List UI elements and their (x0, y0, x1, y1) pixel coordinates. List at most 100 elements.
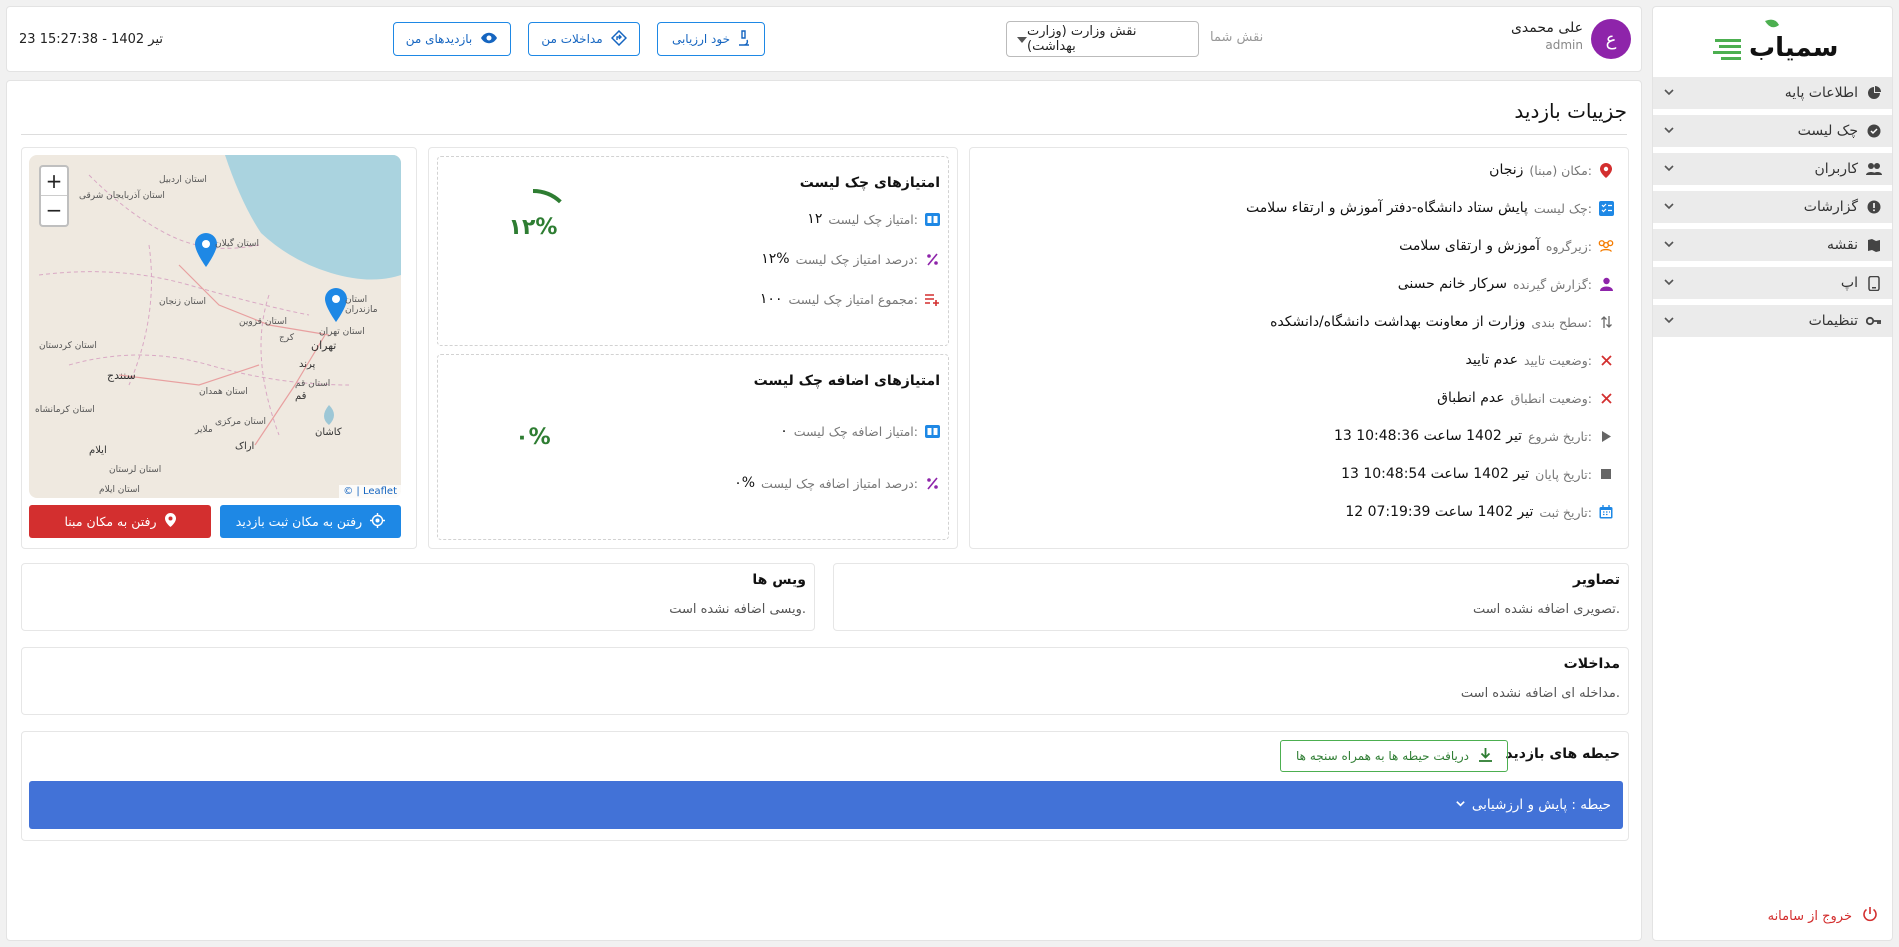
map-label: قم (295, 391, 307, 402)
detail-checklist: چک لیست: پایش ستاد دانشگاه-دفتر آموزش و … (1246, 200, 1614, 216)
user-info: علی محمدی admin (1511, 20, 1583, 52)
checklist-scores-title: امتیازهای چک لیست (799, 175, 940, 191)
caret-down-icon (1017, 32, 1027, 47)
current-datetime: 23 تیر 1402 - 15:27:38 (19, 32, 163, 47)
map-attribution-text: © | Leaflet (343, 486, 397, 497)
my-visits-button[interactable]: بازدیدهای من (393, 22, 511, 56)
location-pin-icon (164, 513, 176, 530)
chevron-down-icon (1663, 86, 1677, 100)
voices-title: ویس ها (752, 572, 806, 588)
logout-label: خروج از سامانه (1767, 908, 1852, 924)
checklist-gauge-text: ۱۲% (508, 215, 558, 240)
sidebar-item-reports[interactable]: گزارشات (1653, 191, 1892, 225)
images-card: تصاویر تصویری اضافه نشده است. (833, 563, 1629, 631)
score-badge-icon (924, 211, 940, 227)
play-icon (1598, 428, 1614, 444)
map-view[interactable]: استان گیلان استان آذربایجان شرقی استان ا… (29, 155, 401, 498)
domain-accordion-label: حیطه : پایش و ارزشیابی (1471, 797, 1611, 813)
download-domains-button[interactable]: دریافت حیطه ها به همراه سنجه ها (1280, 740, 1508, 772)
app-logo[interactable]: سمیاب (1713, 15, 1839, 77)
chevron-down-icon (1663, 200, 1677, 214)
map-attribution[interactable]: © | Leaflet (339, 485, 401, 498)
extra-scores-box: امتیازهای اضافه چک لیست امتیاز اضافه چک … (437, 354, 949, 540)
eye-icon (480, 32, 498, 47)
page-title: جزییات بازدید (1514, 99, 1627, 123)
sidebar-item-app[interactable]: اپ (1653, 267, 1892, 301)
extra-scores-title: امتیازهای اضافه چک لیست (753, 373, 940, 389)
domain-accordion[interactable]: حیطه : پایش و ارزشیابی (29, 781, 1623, 829)
close-icon (1598, 352, 1614, 368)
logout-button[interactable]: خروج از سامانه (1768, 906, 1878, 926)
detail-registered-date: تاریخ ثبت: 12 تیر 1402 ساعت 07:19:39 (1345, 504, 1614, 520)
gps-target-icon (370, 512, 386, 531)
map-label: پرند (299, 359, 316, 370)
interventions-title: مداخلات (1563, 656, 1620, 672)
logo-text: سمیاب (1749, 33, 1839, 63)
scores-card: امتیازهای چک لیست امتیاز چک لیست: ۱۲ درص… (428, 147, 958, 549)
map-label: ایلام (89, 445, 107, 456)
sort-arrows-icon (1598, 314, 1614, 330)
images-title: تصاویر (1573, 572, 1620, 588)
zoom-out-button[interactable]: − (41, 196, 67, 225)
map-label: استان کردستان (39, 341, 97, 351)
map-label: استان آذربایجان شرقی (79, 191, 165, 201)
map-label: استان قزوین (239, 317, 287, 327)
role-label: نقش شما (1210, 30, 1264, 45)
my-interventions-button[interactable]: مداخلات من (528, 22, 640, 56)
avatar-initial: ع (1605, 28, 1617, 50)
goto-visit-location-button[interactable]: رفتن به مکان ثبت بازدید (220, 505, 401, 538)
main-content: جزییات بازدید مکان (مبنا): زنجان چک لیست… (6, 80, 1642, 941)
map-marker-icon[interactable] (325, 288, 347, 326)
map-label: سنندج (107, 369, 136, 382)
chevron-down-icon (1663, 238, 1677, 252)
map-label: تهران (311, 339, 337, 352)
detail-compliance-status: وضعیت انطباق: عدم انطباق (1437, 390, 1614, 406)
goto-visit-location-label: رفتن به مکان ثبت بازدید (235, 514, 363, 529)
sidebar: سمیاب اطلاعات پایه چک لیست کاربران گزارش… (1652, 6, 1893, 941)
sidebar-item-label: اطلاعات پایه (1784, 85, 1858, 101)
self-assessment-button[interactable]: خود ارزیابی (657, 22, 765, 56)
map-label: اراک (235, 441, 255, 452)
map-label: کرج (279, 333, 295, 343)
map-card: استان گیلان استان آذربایجان شرقی استان ا… (21, 147, 417, 549)
voices-card: ویس ها ویسی اضافه نشده است. (21, 563, 815, 631)
sidebar-item-label: چک لیست (1797, 123, 1858, 139)
map-label: استان ایلام (99, 485, 140, 495)
map-marker-icon[interactable] (195, 233, 217, 271)
sidebar-item-settings[interactable]: تنظیمات (1653, 305, 1892, 339)
interventions-card: مداخلات مداخله ای اضافه نشده است. (21, 647, 1629, 715)
person-icon (1598, 276, 1614, 292)
map-label: استان اردبیل (159, 175, 207, 185)
microscope-icon (738, 29, 750, 49)
chevron-down-icon (1663, 314, 1677, 328)
download-icon (1478, 747, 1492, 765)
pie-chart-icon (1866, 85, 1882, 101)
my-visits-label: بازدیدهای من (405, 32, 473, 46)
extra-score: امتیاز اضافه چک لیست: ۰ (780, 423, 940, 439)
sidebar-item-base-info[interactable]: اطلاعات پایه (1653, 77, 1892, 111)
chevron-down-icon (1663, 162, 1677, 176)
detail-reporter: گزارش گیرنده: سرکار خانم حسنی (1398, 276, 1614, 292)
goto-base-location-button[interactable]: رفتن به مکان مبنا (29, 505, 211, 538)
user-name: علی محمدی (1510, 20, 1583, 36)
goto-base-location-label: رفتن به مکان مبنا (64, 514, 157, 529)
avatar[interactable]: ع (1591, 19, 1631, 59)
sidebar-item-label: تنظیمات (1808, 313, 1858, 329)
sidebar-item-users[interactable]: کاربران (1653, 153, 1892, 187)
role-select[interactable]: نقش وزارت (وزارت بهداشت) (1006, 21, 1199, 57)
map-label: استان مازندران (345, 295, 378, 315)
detail-location: مکان (مبنا): زنجان (1489, 162, 1614, 178)
visit-details-card: مکان (مبنا): زنجان چک لیست: پایش ستاد دا… (969, 147, 1629, 549)
sidebar-item-map[interactable]: نقشه (1653, 229, 1892, 263)
checklist-icon (1598, 200, 1614, 216)
user-role: admin (1545, 38, 1583, 52)
zoom-in-button[interactable]: + (41, 167, 67, 196)
map-label: استان زنجان (159, 297, 206, 307)
self-assessment-label: خود ارزیابی (671, 32, 731, 46)
visit-domains-card: حیطه های بازدید دریافت حیطه ها به همراه … (21, 731, 1629, 841)
power-icon (1862, 906, 1878, 926)
sidebar-item-checklist[interactable]: چک لیست (1653, 115, 1892, 149)
map-label: استان لرستان (109, 465, 162, 475)
phone-icon (1866, 275, 1882, 291)
sidebar-item-label: کاربران (1814, 161, 1858, 177)
